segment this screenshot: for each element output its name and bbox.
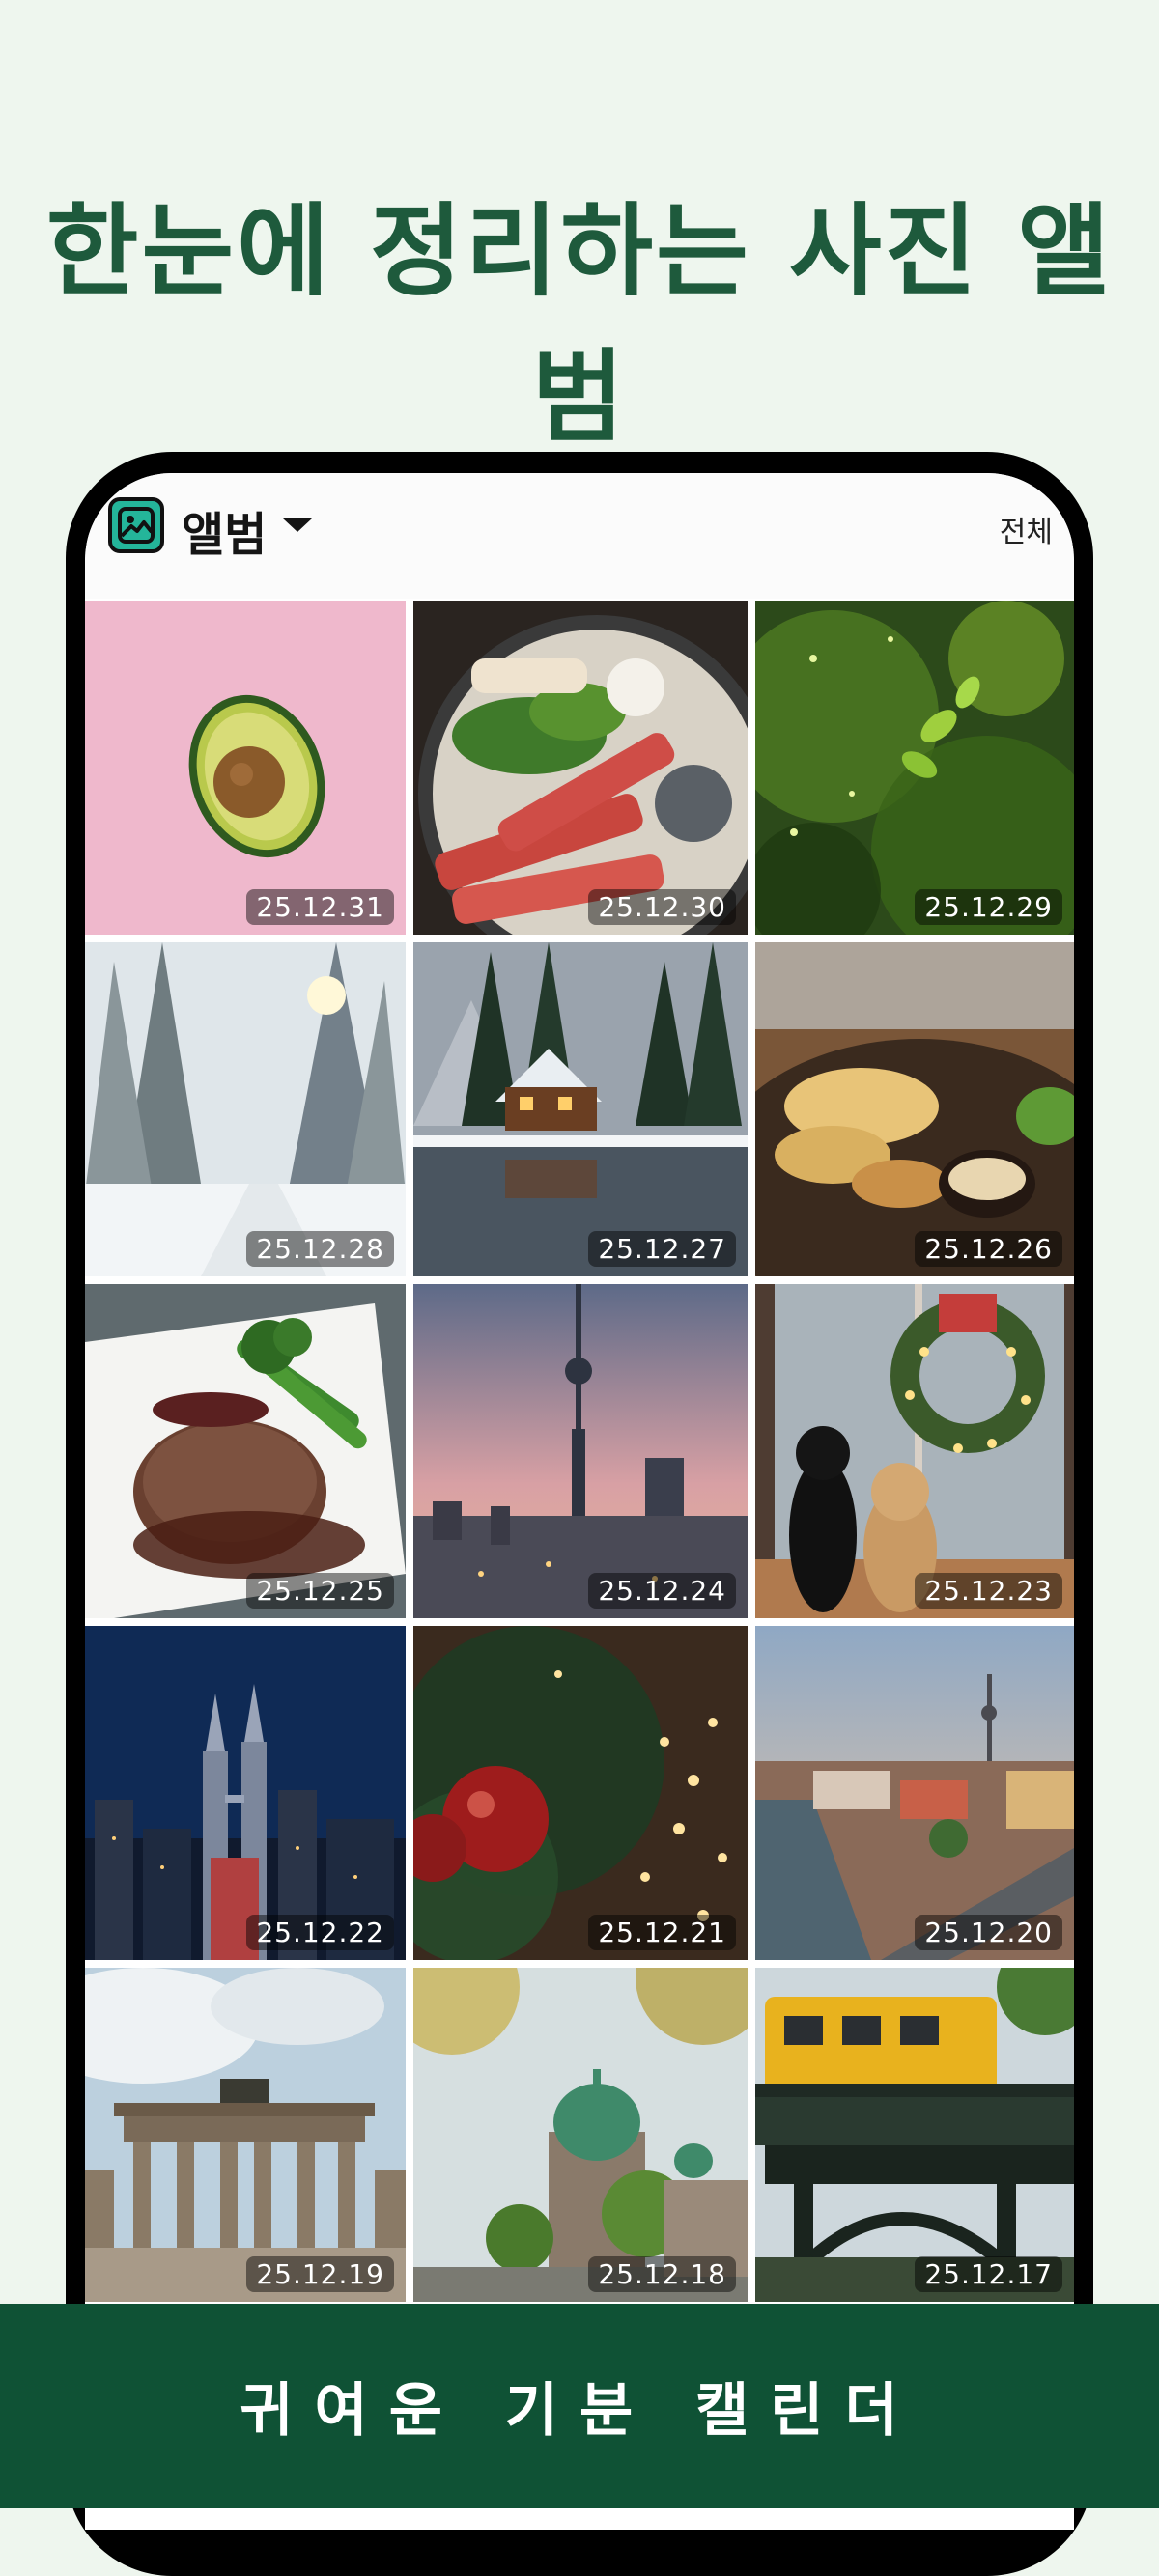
- photo-shabu-shabu: [413, 601, 748, 935]
- photo-date: 25.12.27: [588, 1231, 736, 1267]
- photo-date: 25.12.29: [915, 889, 1062, 925]
- photo-tile[interactable]: 25.12.26: [755, 942, 1074, 1276]
- photo-date: 25.12.24: [588, 1573, 736, 1609]
- photo-tile[interactable]: 25.12.28: [85, 942, 406, 1276]
- photo-tile[interactable]: 25.12.18: [413, 1968, 748, 2302]
- photo-tile[interactable]: 25.12.21: [413, 1626, 748, 1960]
- app-bar: 앨범 전체: [85, 473, 1074, 599]
- headline: 한눈에 정리하는 사진 앨범: [45, 192, 1114, 456]
- filter-all-button[interactable]: 전체: [1000, 508, 1053, 550]
- photo-city-river-aerial: [755, 1626, 1074, 1960]
- photo-tile[interactable]: 25.12.19: [85, 1968, 406, 2302]
- photo-tile[interactable]: 25.12.31: [85, 601, 406, 935]
- photo-tile[interactable]: 25.12.27: [413, 942, 748, 1276]
- photo-dogs-wreath: [755, 1284, 1074, 1618]
- photo-snowy-forest: [85, 942, 406, 1276]
- photo-yellow-train: [755, 1968, 1074, 2302]
- photo-date: 25.12.18: [588, 2256, 736, 2292]
- photo-christmas-ornament: [413, 1626, 748, 1960]
- footer-banner: 귀여운 기분 캘린더: [0, 2304, 1159, 2508]
- photo-tile[interactable]: 25.12.29: [755, 601, 1074, 935]
- photo-green-foliage: [755, 601, 1074, 935]
- footer-title: 귀여운 기분 캘린더: [240, 2377, 919, 2445]
- photo-date: 25.12.20: [915, 1915, 1062, 1950]
- photo-lake-cabin: [413, 942, 748, 1276]
- photo-date: 25.12.19: [246, 2256, 394, 2292]
- photo-date: 25.12.28: [246, 1231, 394, 1267]
- photo-tile[interactable]: 25.12.20: [755, 1626, 1074, 1960]
- photo-tile[interactable]: 25.12.25: [85, 1284, 406, 1618]
- chevron-down-icon[interactable]: [283, 518, 312, 532]
- photo-chicken-dish: [755, 942, 1074, 1276]
- photo-tv-tower-skyline: [413, 1284, 748, 1618]
- photo-date: 25.12.25: [246, 1573, 394, 1609]
- photo-date: 25.12.22: [246, 1915, 394, 1950]
- photo-tile[interactable]: 25.12.24: [413, 1284, 748, 1618]
- photo-tile[interactable]: 25.12.17: [755, 1968, 1074, 2302]
- photo-date: 25.12.23: [915, 1573, 1062, 1609]
- gallery-icon: [108, 497, 164, 553]
- photo-avocado: [85, 601, 406, 935]
- photo-brandenburg-gate: [85, 1968, 406, 2302]
- photo-berlin-cathedral: [413, 1968, 748, 2302]
- album-selector[interactable]: 앨범: [182, 496, 267, 564]
- photo-date: 25.12.21: [588, 1915, 736, 1950]
- phone-screen: 앨범 전체 25.12.31 25.12.30 25.12.29 25.12.2…: [85, 473, 1074, 2530]
- photo-tile[interactable]: 25.12.22: [85, 1626, 406, 1960]
- photo-steak: [85, 1284, 406, 1618]
- photo-tile[interactable]: 25.12.30: [413, 601, 748, 935]
- photo-tile[interactable]: 25.12.23: [755, 1284, 1074, 1618]
- photo-date: 25.12.30: [588, 889, 736, 925]
- photo-date: 25.12.26: [915, 1231, 1062, 1267]
- photo-night-city-towers: [85, 1626, 406, 1960]
- photo-date: 25.12.31: [246, 889, 394, 925]
- photo-date: 25.12.17: [915, 2256, 1062, 2292]
